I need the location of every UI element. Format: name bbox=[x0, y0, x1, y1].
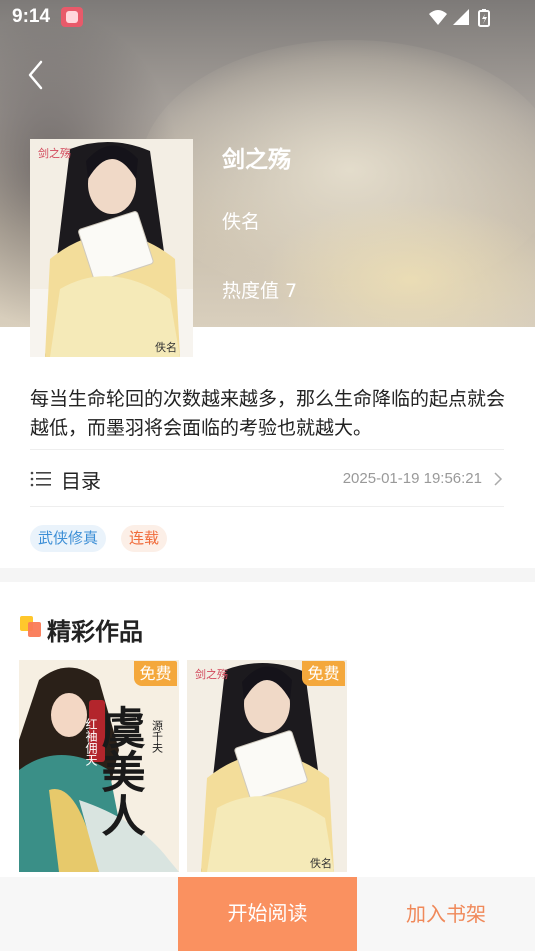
signal-icon bbox=[453, 9, 469, 25]
work-cover-author: 佚名 bbox=[310, 856, 332, 870]
section-divider bbox=[0, 568, 535, 582]
book-title: 剑之殇 bbox=[222, 147, 291, 173]
start-reading-button[interactable]: 开始阅读 bbox=[178, 877, 357, 951]
tag-list: 武侠修真 连载 bbox=[30, 525, 168, 552]
section-title: 精彩作品 bbox=[47, 618, 143, 646]
list-icon bbox=[30, 471, 51, 487]
work-card[interactable]: 剑之殇 佚名 免费 bbox=[187, 660, 347, 872]
tag-status[interactable]: 连载 bbox=[121, 525, 168, 552]
chevron-left-icon bbox=[28, 60, 43, 90]
work-cover-title: 虞美人 bbox=[94, 705, 146, 837]
toc-updated-time: 2025-01-19 19:56:21 bbox=[342, 470, 482, 487]
status-bar: 9:14 bbox=[0, 0, 535, 34]
tag-genre[interactable]: 武侠修真 bbox=[30, 525, 107, 552]
app-notification-icon bbox=[61, 7, 83, 27]
cover-title-text: 剑之殇 bbox=[38, 146, 71, 160]
work-cover-image: 剑之殇 佚名 bbox=[187, 660, 347, 872]
status-time: 9:14 bbox=[12, 6, 51, 27]
wifi-icon bbox=[429, 10, 447, 25]
work-cover-image: 红袖佣天 虞美人 源千夫 bbox=[19, 660, 179, 872]
book-cover: 剑之殇 佚名 bbox=[30, 139, 193, 357]
section-books-icon bbox=[20, 616, 42, 638]
free-badge: 免费 bbox=[302, 661, 345, 686]
work-card[interactable]: 红袖佣天 虞美人 源千夫 免费 bbox=[19, 660, 179, 872]
cover-author-text: 佚名 bbox=[155, 340, 177, 354]
book-heat: 热度值 7 bbox=[222, 280, 298, 302]
system-status-icons bbox=[429, 9, 490, 27]
work-cover-author: 源千夫 bbox=[151, 719, 164, 754]
toc-label: 目录 bbox=[61, 469, 101, 493]
free-badge: 免费 bbox=[134, 661, 177, 686]
book-description: 每当生命轮回的次数越来越多，那么生命降临的起点就会越低，而墨羽将会面临的考验也就… bbox=[30, 388, 506, 439]
back-button[interactable] bbox=[22, 58, 52, 92]
add-to-shelf-button[interactable]: 加入书架 bbox=[357, 877, 535, 951]
book-author: 佚名 bbox=[222, 211, 261, 233]
table-of-contents-row[interactable]: 目录 2025-01-19 19:56:21 bbox=[30, 449, 504, 507]
work-cover-title: 剑之殇 bbox=[195, 667, 228, 681]
chevron-right-icon bbox=[494, 472, 503, 486]
